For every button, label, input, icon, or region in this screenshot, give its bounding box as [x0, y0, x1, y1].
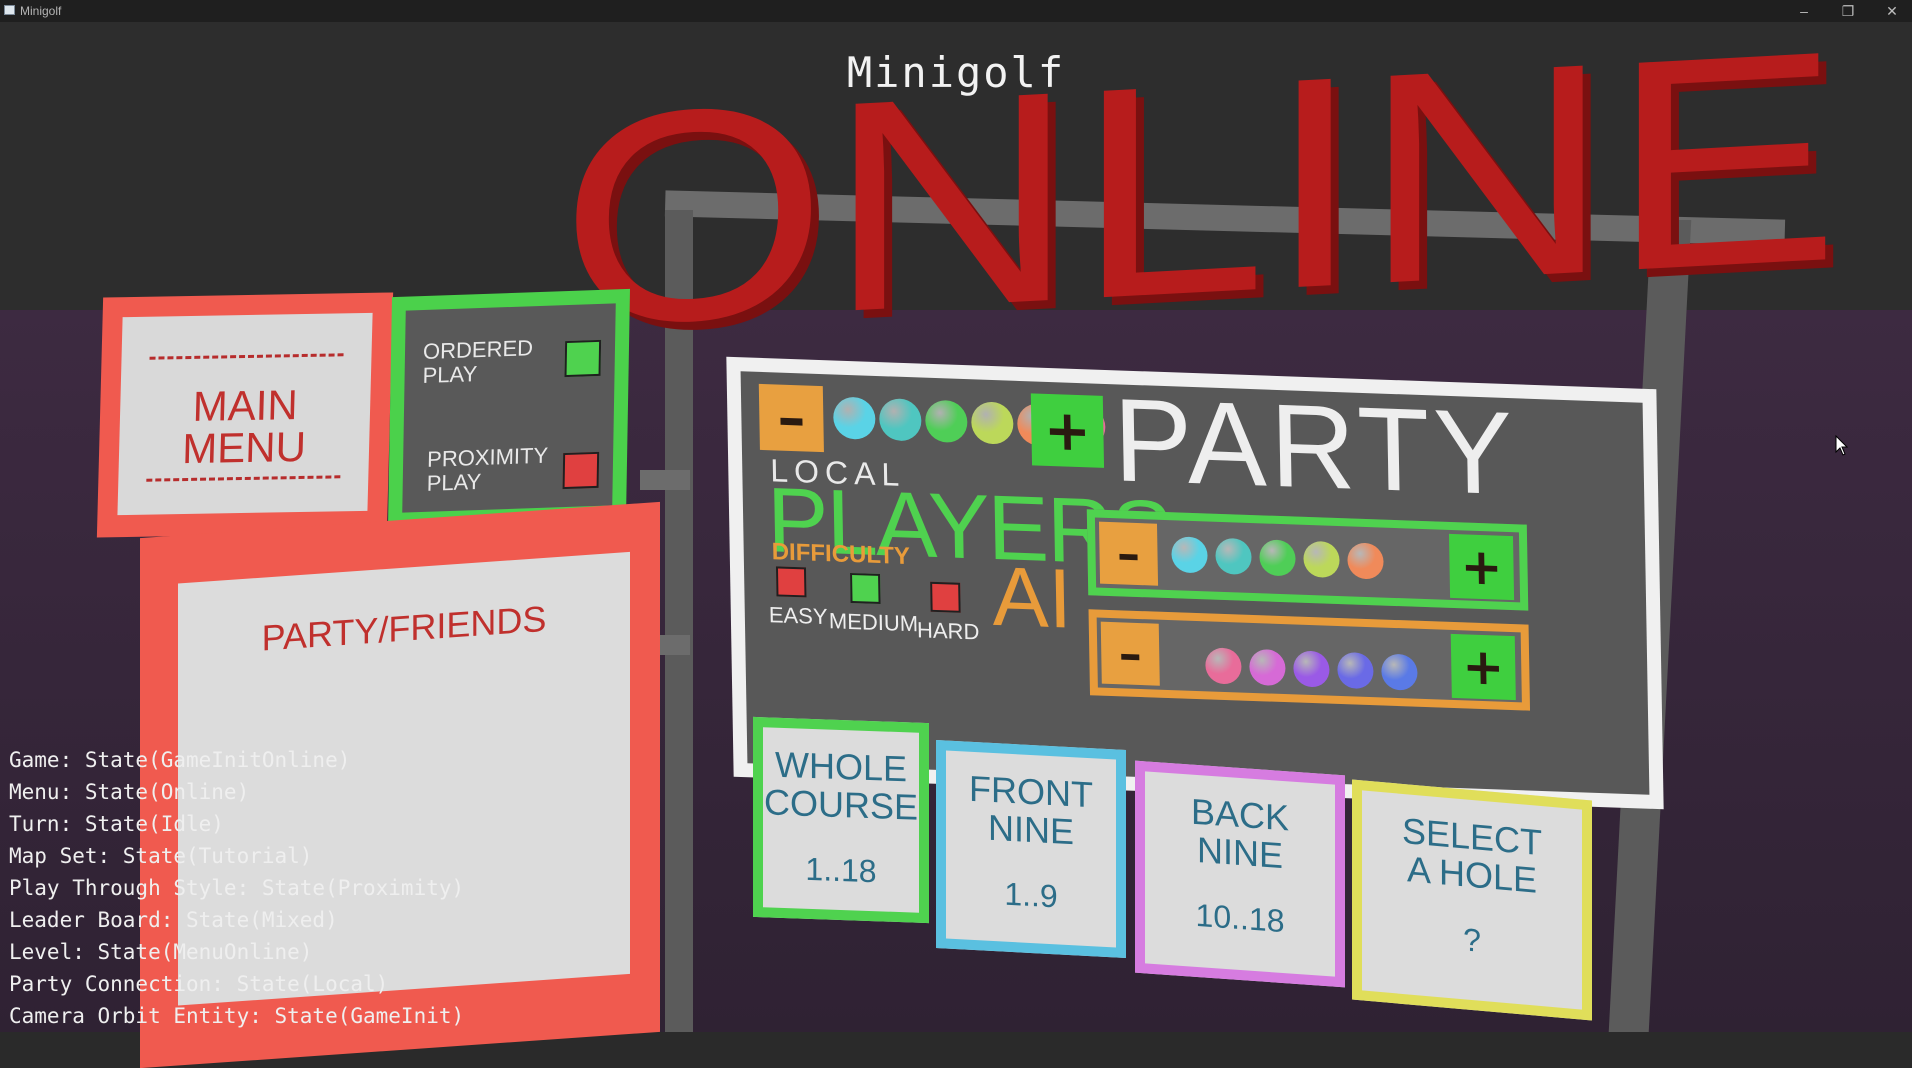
card-title: WHOLE COURSE	[763, 743, 919, 828]
back-nine-card[interactable]: BACK NINE 10..18	[1135, 760, 1345, 988]
ai-plus-button[interactable]: +	[1450, 633, 1516, 701]
card-title: FRONT NINE	[969, 767, 1093, 853]
main-menu-button[interactable]: MAIN MENU	[96, 292, 394, 538]
play-mode-panel: ORDERED PLAY PROXIMITY PLAY	[387, 288, 631, 528]
ordered-play-checkbox[interactable]	[564, 339, 602, 378]
debug-line: Level: State(MenuOnline)	[9, 940, 313, 964]
whole-course-card[interactable]: WHOLE COURSE 1..18	[753, 716, 929, 924]
ball	[1303, 540, 1340, 579]
ball	[970, 401, 1014, 445]
party-plus-button[interactable]: +	[1030, 393, 1105, 468]
ball	[832, 396, 876, 440]
ball	[1293, 650, 1330, 688]
card-title: BACK NINE	[1190, 790, 1290, 877]
mouse-cursor-icon	[1835, 435, 1849, 456]
debug-line: Turn: State(Idle)	[9, 812, 224, 836]
ball	[1337, 651, 1374, 690]
ball	[1249, 648, 1286, 687]
medium-checkbox[interactable]	[850, 572, 881, 604]
hard-label: HARD	[916, 617, 980, 645]
debug-line: Camera Orbit Entity: State(GameInit)	[9, 1004, 465, 1028]
hard-checkbox[interactable]	[930, 581, 961, 613]
ai-minus-button[interactable]: –	[1100, 621, 1160, 686]
debug-state-overlay: Game: State(GameInitOnline) Menu: State(O…	[9, 744, 464, 1032]
debug-line: Menu: State(Online)	[9, 780, 250, 804]
players-plus-button[interactable]: +	[1448, 533, 1515, 601]
front-nine-card[interactable]: FRONT NINE 1..9	[936, 740, 1126, 958]
ball	[878, 398, 922, 442]
proximity-play-label: PROXIMITY PLAY	[426, 442, 549, 496]
ball	[924, 399, 968, 444]
players-minus-button[interactable]: –	[1098, 521, 1159, 586]
ai-balls	[1097, 618, 1521, 691]
main-menu-face: MAIN MENU	[117, 312, 373, 516]
easy-label: EASY	[768, 602, 828, 630]
ball	[1381, 653, 1418, 691]
select-hole-card[interactable]: SELECT A HOLE ?	[1352, 779, 1592, 1021]
ball	[1171, 536, 1208, 574]
party-label: PARTY	[1112, 374, 1518, 521]
online-letters: ONLINE	[560, 0, 1840, 390]
ball	[1347, 542, 1384, 580]
proximity-play-checkbox[interactable]	[562, 451, 600, 490]
ball	[1259, 539, 1296, 577]
debug-line: Party Connection: State(Local)	[9, 972, 389, 996]
ai-row: – +	[1088, 609, 1531, 711]
card-range: 1..18	[805, 850, 877, 890]
ball	[1215, 537, 1252, 575]
easy-checkbox[interactable]	[775, 566, 807, 598]
debug-line: Play Through Style: State(Proximity)	[9, 876, 465, 900]
dashed-divider	[146, 475, 341, 482]
card-range: 10..18	[1195, 896, 1285, 940]
debug-line: Game: State(GameInitOnline)	[9, 748, 351, 772]
dashed-divider	[149, 353, 344, 360]
card-range: 1..9	[1004, 875, 1058, 915]
debug-line: Map Set: State(Tutorial)	[9, 844, 313, 868]
debug-line: Leader Board: State(Mixed)	[9, 908, 338, 932]
ai-label: AI	[991, 548, 1073, 646]
party-minus-button[interactable]: –	[758, 383, 824, 453]
ordered-play-label: ORDERED PLAY	[422, 335, 534, 389]
party-friends-label: PARTY/FRIENDS	[261, 597, 547, 659]
card-title: SELECT A HOLE	[1401, 809, 1543, 901]
ball	[1205, 647, 1242, 685]
players-row: – +	[1086, 509, 1529, 611]
card-range: ?	[1463, 921, 1481, 959]
main-menu-label: MAIN MENU	[181, 381, 307, 473]
medium-label: MEDIUM	[828, 608, 919, 637]
